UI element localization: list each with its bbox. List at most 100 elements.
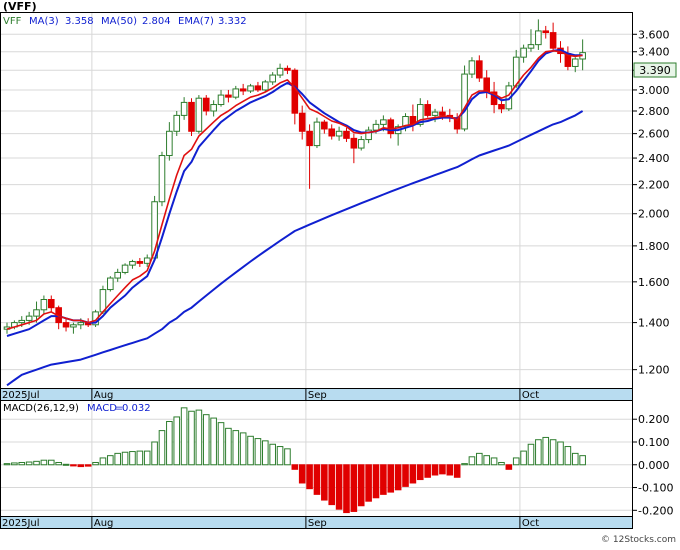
- macd-bar: [372, 464, 380, 499]
- candle-body: [136, 261, 144, 264]
- candle-body: [542, 30, 550, 34]
- candle-body: [527, 44, 535, 49]
- macd-y-axis: -0.200 -0.100 0.000 0.100 0.200: [632, 413, 673, 517]
- macd-bar: [431, 464, 439, 476]
- candle-body: [188, 101, 195, 132]
- ma3-value: 3.358: [65, 16, 94, 27]
- macd-bar: [284, 448, 291, 466]
- price-y-axis: 1.200 1.400 1.600 1.800 2.000 2.200 2.400 2.600…: [632, 28, 670, 377]
- candle-body: [114, 271, 122, 279]
- macd-bar: [77, 464, 85, 468]
- macd-bar: [3, 463, 11, 466]
- macd-bar: [239, 432, 247, 466]
- macd-bar: [512, 457, 520, 466]
- macd-bar: [343, 464, 350, 514]
- candle-body: [47, 299, 55, 309]
- macd-bar: [505, 464, 513, 470]
- candle-body: [166, 130, 173, 157]
- candle: [195, 95, 203, 134]
- macd-bar: [335, 464, 343, 510]
- candle-body: [247, 85, 254, 92]
- candle-body: [306, 130, 313, 147]
- macd-bar: [564, 446, 572, 466]
- macd-tick-label: -0.100: [638, 482, 673, 495]
- macd-bar: [321, 464, 328, 501]
- candle-body: [254, 85, 262, 91]
- candle-body: [107, 277, 114, 291]
- candle-body: [173, 114, 181, 132]
- macd-bar: [476, 452, 483, 466]
- macd-bar: [232, 430, 240, 466]
- macd-bar: [180, 407, 188, 466]
- candle-body: [40, 299, 48, 311]
- macd-bar: [195, 409, 203, 466]
- price-panel: [0, 12, 633, 389]
- macd-bar: [143, 450, 151, 466]
- price-tick-label: 1.400: [638, 317, 670, 330]
- macd-bar: [202, 414, 210, 466]
- ma50-value: 2.804: [142, 16, 171, 27]
- macd-bar: [394, 464, 402, 491]
- candle: [107, 276, 114, 292]
- macd-bar: [188, 410, 195, 466]
- macd-tick-label: 0.200: [638, 413, 670, 426]
- price-tick-label: 3.000: [638, 84, 670, 97]
- candle-body: [571, 58, 579, 67]
- candle-body: [18, 319, 26, 324]
- candle-body: [461, 73, 468, 130]
- macd-bar: [350, 464, 358, 512]
- candle-body: [328, 128, 336, 137]
- symbol-title: (VFF): [3, 0, 37, 13]
- candle-body: [343, 130, 350, 139]
- candle-body: [239, 88, 247, 92]
- macd-bar: [549, 439, 557, 466]
- price-tick-label: 2.000: [638, 208, 670, 221]
- ma3-label: MA(3): [29, 16, 59, 27]
- macd-bar: [416, 464, 424, 481]
- price-tick-label: 2.600: [638, 128, 670, 141]
- stock-chart: 1.200 1.400 1.600 1.800 2.000 2.200 2.400 2.600…: [0, 0, 680, 546]
- macd-bar: [298, 464, 306, 484]
- macd-tick-label: 0.000: [638, 459, 670, 472]
- macd-bar: [121, 451, 129, 466]
- macd-bar: [579, 455, 586, 466]
- candle-body: [195, 97, 203, 132]
- macd-bar: [380, 464, 387, 495]
- candle-body: [33, 309, 40, 317]
- macd-bar: [62, 463, 70, 466]
- candle-body: [276, 67, 284, 76]
- date-label: 2025Jul: [2, 390, 40, 401]
- macd-bar: [557, 441, 564, 466]
- macd-bar: [55, 461, 62, 466]
- candle-body: [262, 81, 269, 91]
- macd-bar: [269, 443, 276, 466]
- candle-body: [372, 123, 380, 131]
- macd-tick-label: -0.200: [638, 504, 673, 517]
- candle-body: [202, 97, 210, 112]
- price-tick-label: 2.800: [638, 105, 670, 118]
- macd-bar: [402, 464, 409, 487]
- macd-bar: [210, 417, 217, 466]
- macd-bar: [92, 461, 99, 466]
- footer-credit: © 12Stocks.com: [601, 535, 676, 545]
- price-tick-label: 1.600: [638, 276, 670, 289]
- macd-bar: [247, 435, 254, 466]
- candle: [461, 65, 468, 132]
- candle-body: [549, 32, 557, 49]
- macd-bar: [439, 464, 446, 475]
- candle-body: [62, 322, 70, 328]
- ema7-label: EMA(7): [178, 16, 214, 27]
- macd-bar: [114, 452, 122, 466]
- candle-body: [269, 74, 276, 83]
- macd-bar: [483, 455, 490, 466]
- price-tick-label: 1.800: [638, 240, 670, 253]
- macd-bar: [107, 455, 114, 466]
- candle: [158, 151, 166, 207]
- candle-body: [225, 94, 232, 98]
- macd-bar: [306, 464, 313, 490]
- candle-body: [180, 101, 188, 116]
- candle-body: [380, 119, 387, 125]
- macd-bar: [47, 459, 55, 466]
- macd-bar: [446, 464, 454, 476]
- ticker-label: VFF: [3, 16, 22, 27]
